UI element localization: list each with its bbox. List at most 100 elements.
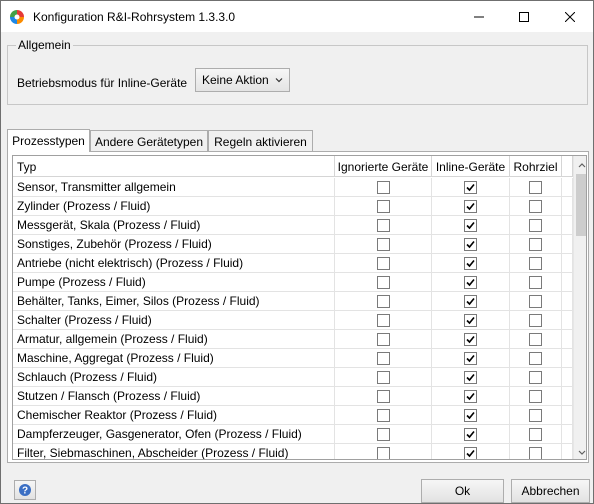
type-cell: Zylinder (Prozess / Fluid) [13,197,335,215]
target-checkbox[interactable] [529,275,542,289]
target-cell [510,197,562,215]
ignored-checkbox[interactable] [376,180,390,194]
inline-checkbox[interactable] [464,218,477,232]
table-row[interactable]: Armatur, allgemein (Prozess / Fluid) [13,330,573,349]
ignored-checkbox[interactable] [376,199,390,213]
checkmark-icon [466,411,475,419]
checkmark-icon [466,221,475,229]
ok-button[interactable]: Ok [421,479,504,503]
table-row[interactable]: Sensor, Transmitter allgemein [13,178,573,197]
type-cell: Dampferzeuger, Gasgenerator, Ofen (Proze… [13,425,335,443]
target-checkbox[interactable] [529,313,542,327]
target-checkbox[interactable] [529,408,542,422]
cancel-button[interactable]: Abbrechen [511,479,590,503]
type-cell: Schlauch (Prozess / Fluid) [13,368,335,386]
tab-andere-geraetetypen[interactable]: Andere Gerätetypen [90,130,208,152]
ignored-cell [335,368,432,386]
table-row[interactable]: Schalter (Prozess / Fluid) [13,311,573,330]
inline-checkbox[interactable] [464,427,477,441]
header-inline[interactable]: Inline-Geräte [432,156,510,177]
ignored-checkbox[interactable] [376,408,390,422]
inline-checkbox[interactable] [464,370,477,384]
table-row[interactable]: Schlauch (Prozess / Fluid) [13,368,573,387]
table-row[interactable]: Behälter, Tanks, Eimer, Silos (Prozess /… [13,292,573,311]
type-cell: Maschine, Aggregat (Prozess / Fluid) [13,349,335,367]
table-row[interactable]: Filter, Siebmaschinen, Abscheider (Proze… [13,444,573,459]
checkmark-icon [466,240,475,248]
inline-checkbox[interactable] [464,180,477,194]
target-checkbox[interactable] [529,256,542,270]
ignored-checkbox[interactable] [376,218,390,232]
ignored-checkbox[interactable] [376,427,390,441]
ignored-checkbox[interactable] [376,256,390,270]
header-typ[interactable]: Typ [13,156,335,177]
ignored-checkbox[interactable] [376,332,390,346]
target-checkbox[interactable] [529,332,542,346]
general-group-label: Allgemein [16,38,73,52]
target-checkbox[interactable] [529,446,542,459]
scroll-thumb[interactable] [576,174,586,236]
table-row[interactable]: Zylinder (Prozess / Fluid) [13,197,573,216]
target-checkbox[interactable] [529,294,542,308]
inline-checkbox[interactable] [464,446,477,459]
inline-checkbox[interactable] [464,408,477,422]
target-checkbox[interactable] [529,180,542,194]
row-filler [562,444,573,459]
table-row[interactable]: Pumpe (Prozess / Fluid) [13,273,573,292]
inline-checkbox[interactable] [464,294,477,308]
inline-checkbox[interactable] [464,313,477,327]
inline-checkbox[interactable] [464,256,477,270]
target-checkbox[interactable] [529,370,542,384]
mode-select[interactable]: Keine Aktion [195,68,290,92]
ignored-checkbox[interactable] [376,351,390,365]
row-filler [562,254,573,272]
table-header: Typ Ignorierte Geräte Inline-Geräte Rohr… [13,156,573,177]
vertical-scrollbar[interactable] [573,156,586,459]
ignored-cell [335,273,432,291]
tab-regeln-aktivieren[interactable]: Regeln aktivieren [208,130,313,152]
tab-prozesstypen[interactable]: Prozesstypen [7,129,90,152]
inline-checkbox[interactable] [464,275,477,289]
ignored-checkbox[interactable] [376,294,390,308]
table-row[interactable]: Maschine, Aggregat (Prozess / Fluid) [13,349,573,368]
close-button[interactable] [547,1,593,32]
inline-checkbox[interactable] [464,237,477,251]
minimize-button[interactable] [456,1,502,32]
checkmark-icon [466,449,475,457]
inline-checkbox[interactable] [464,389,477,403]
ignored-checkbox[interactable] [376,237,390,251]
header-target[interactable]: Rohrziel [510,156,562,177]
scroll-up-button[interactable] [574,156,586,173]
table-row[interactable]: Dampferzeuger, Gasgenerator, Ofen (Proze… [13,425,573,444]
ignored-checkbox[interactable] [376,275,390,289]
type-cell: Armatur, allgemein (Prozess / Fluid) [13,330,335,348]
target-checkbox[interactable] [529,218,542,232]
target-checkbox[interactable] [529,199,542,213]
row-filler [562,292,573,310]
checkmark-icon [466,183,475,191]
help-button[interactable]: ? [14,480,36,500]
table-row[interactable]: Sonstiges, Zubehör (Prozess / Fluid) [13,235,573,254]
inline-checkbox[interactable] [464,199,477,213]
inline-checkbox[interactable] [464,332,477,346]
header-ignored[interactable]: Ignorierte Geräte [335,156,432,177]
target-checkbox[interactable] [529,351,542,365]
ignored-checkbox[interactable] [376,370,390,384]
ignored-checkbox[interactable] [376,389,390,403]
table-row[interactable]: Stutzen / Flansch (Prozess / Fluid) [13,387,573,406]
config-dialog: Konfiguration R&I-Rohrsystem 1.3.3.0 All… [0,0,594,504]
inline-checkbox[interactable] [464,351,477,365]
maximize-button[interactable] [501,1,547,32]
type-cell: Antriebe (nicht elektrisch) (Prozess / F… [13,254,335,272]
target-checkbox[interactable] [529,427,542,441]
row-filler [562,425,573,443]
scroll-down-button[interactable] [574,444,586,459]
target-cell [510,425,562,443]
target-checkbox[interactable] [529,237,542,251]
ignored-checkbox[interactable] [376,446,390,459]
target-checkbox[interactable] [529,389,542,403]
ignored-checkbox[interactable] [376,313,390,327]
table-row[interactable]: Chemischer Reaktor (Prozess / Fluid) [13,406,573,425]
table-row[interactable]: Antriebe (nicht elektrisch) (Prozess / F… [13,254,573,273]
table-row[interactable]: Messgerät, Skala (Prozess / Fluid) [13,216,573,235]
